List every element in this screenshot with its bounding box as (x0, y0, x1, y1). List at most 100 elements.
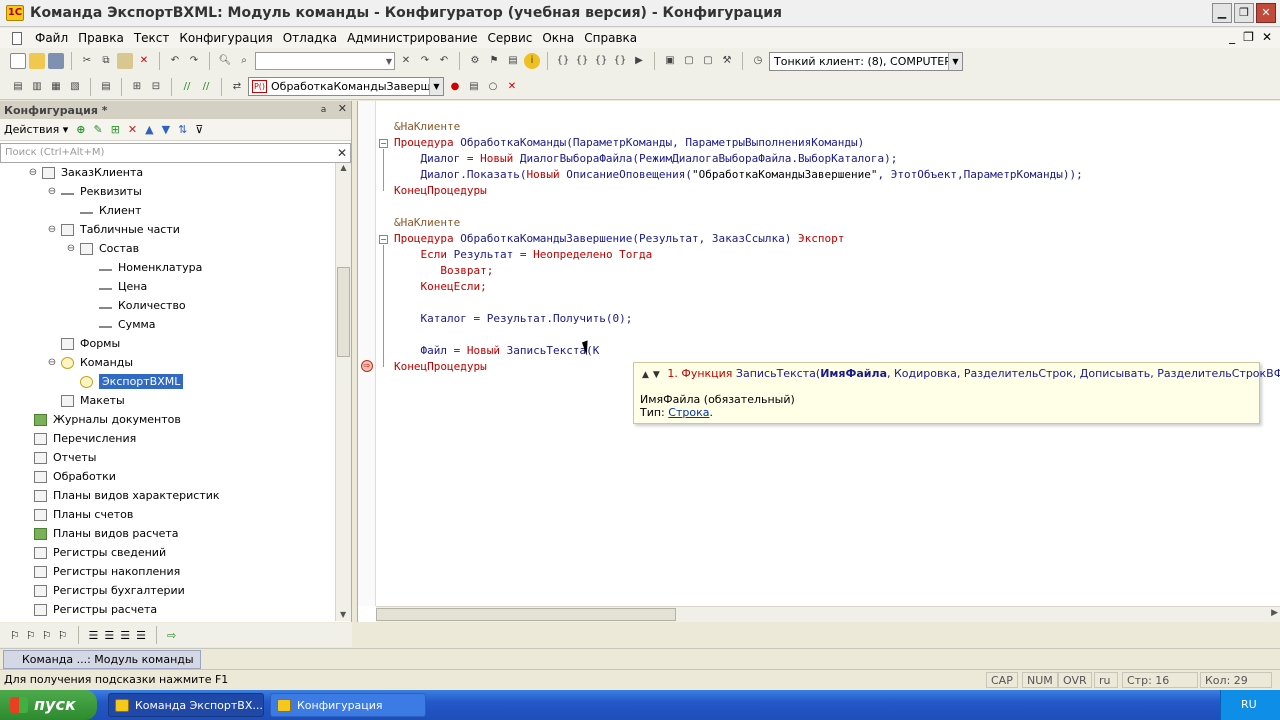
list-icon[interactable]: ☰ (120, 629, 130, 642)
uncomment-icon[interactable]: // (198, 79, 214, 95)
code-line[interactable] (394, 199, 1083, 215)
move-down-icon[interactable]: ▼ (162, 123, 170, 136)
indent-icon[interactable]: ▥ (29, 79, 45, 95)
system-tray[interactable]: RU (1220, 690, 1280, 720)
module-icon[interactable]: ▤ (505, 53, 521, 69)
delete-block-icon[interactable]: ▧ (67, 79, 83, 95)
next-overload-icon[interactable]: ▼ (653, 370, 660, 380)
code-line[interactable]: &НаКлиенте (394, 119, 1083, 135)
pin-icon[interactable]: a (321, 105, 327, 115)
find-in-text-icon[interactable]: 🔍︎ (217, 53, 233, 69)
menu-configuration[interactable]: Конфигурация (174, 31, 277, 45)
find-next-icon[interactable]: ↷ (417, 53, 433, 69)
code-line[interactable]: Процедура ОбработкаКоманды(ПараметрКоман… (394, 135, 1083, 151)
editor-scrollbar-thumb[interactable] (376, 608, 676, 621)
tree-item[interactable]: ⊖ Команды (0, 353, 336, 372)
fold-toggle-icon[interactable]: − (379, 139, 388, 148)
editor-horizontal-scrollbar[interactable]: ▶ (376, 606, 1280, 622)
find-prev-icon[interactable]: ↶ (436, 53, 452, 69)
breakpoint-marker-icon[interactable]: ⇨ (361, 360, 373, 372)
goto-icon[interactable]: ⇄ (229, 79, 245, 95)
delete-icon[interactable]: ✕ (136, 53, 152, 69)
code-line[interactable]: Возврат; (394, 263, 1083, 279)
client-select[interactable]: Тонкий клиент: (8), COMPUTER:156 ▼ (769, 51, 963, 71)
flag-icon[interactable]: ⚐ (10, 629, 20, 642)
tree-item[interactable]: ⊖ ЗаказКлиента (0, 163, 336, 182)
syntax-check-icon[interactable]: ⚙ (467, 53, 483, 69)
list-icon[interactable]: ☰ (104, 629, 114, 642)
compare-icon[interactable]: ▣ (662, 53, 678, 69)
tree-expander-icon[interactable]: ⊖ (28, 167, 38, 178)
edit-icon[interactable]: ✎ (93, 123, 102, 136)
code-line[interactable]: Файл = Новый ЗаписьТекста(К (394, 343, 1083, 359)
menu-service[interactable]: Сервис (483, 31, 538, 45)
sort-icon[interactable]: ⇅ (178, 123, 187, 136)
tree-item[interactable]: Регистры накопления (0, 562, 336, 581)
procedure-select[interactable]: P() ОбработкаКомандыЗавершени ▼ (248, 77, 444, 96)
cut-icon[interactable]: ✂ (79, 53, 95, 69)
flag-icon[interactable]: ⚐ (58, 629, 68, 642)
tree-item[interactable]: Номенклатура (0, 258, 336, 277)
minimize-button[interactable]: ▁ (1212, 3, 1232, 23)
taskbar-item-configuration[interactable]: Конфигурация (270, 693, 426, 717)
tree-item[interactable]: Клиент (0, 201, 336, 220)
code-line[interactable] (394, 295, 1083, 311)
filter-icon[interactable]: ⊽ (195, 123, 203, 136)
template-icon[interactable]: ▤ (98, 79, 114, 95)
tree-item[interactable]: Журналы документов (0, 410, 336, 429)
mdi-restore-button[interactable]: ❐ (1243, 30, 1254, 44)
search-icon[interactable]: ⌕ (236, 53, 252, 69)
clear-search-icon[interactable]: ✕ (337, 146, 347, 160)
tree-scrollbar-thumb[interactable] (337, 267, 350, 357)
delete-icon[interactable]: ✕ (128, 123, 137, 136)
code-line[interactable]: Диалог.Показать(Новый ОписаниеОповещения… (394, 167, 1082, 183)
mdi-minimize-button[interactable]: _ (1229, 30, 1235, 44)
save-icon[interactable] (48, 53, 64, 69)
tree-item[interactable]: Макеты (0, 391, 336, 410)
tree-item[interactable]: Цена (0, 277, 336, 296)
flag-icon[interactable]: ⚐ (26, 629, 36, 642)
tree-item[interactable]: Регистры сведений (0, 543, 336, 562)
breakpoint-icon[interactable]: ● (447, 79, 463, 95)
tooltip-type-link[interactable]: Строка (668, 406, 709, 419)
menu-text[interactable]: Текст (129, 31, 175, 45)
menu-windows[interactable]: Окна (537, 31, 579, 45)
maximize-button[interactable]: ❐ (1234, 3, 1254, 23)
menu-administration[interactable]: Администрирование (342, 31, 482, 45)
tree-search-input[interactable]: Поиск (Ctrl+Alt+M) ✕ (0, 143, 351, 163)
menu-debug[interactable]: Отладка (278, 31, 342, 45)
window-icon[interactable]: ▢ (681, 53, 697, 69)
paste-icon[interactable] (117, 53, 133, 69)
tree-item[interactable]: Планы видов характеристик (0, 486, 336, 505)
tree-item[interactable]: Отчеты (0, 448, 336, 467)
mdi-close-button[interactable]: ✕ (1262, 30, 1272, 44)
comment-icon[interactable]: // (179, 79, 195, 95)
tree-item[interactable]: ⊖ Состав (0, 239, 336, 258)
menu-edit[interactable]: Правка (73, 31, 129, 45)
block-icon[interactable]: ▤ (10, 79, 26, 95)
redo-icon[interactable]: ↷ (186, 53, 202, 69)
tree-item[interactable]: ⊖ Табличные части (0, 220, 336, 239)
debug-stepin-icon[interactable]: {} (574, 53, 590, 69)
tree-expander-icon[interactable]: ⊖ (66, 243, 76, 254)
list-icon[interactable]: ☰ (136, 629, 146, 642)
wrap-icon[interactable]: ⊟ (148, 79, 164, 95)
actions-menu[interactable]: Действия ▾ (4, 123, 68, 136)
breakpoint-clear-icon[interactable]: ✕ (504, 79, 520, 95)
add-child-icon[interactable]: ⊞ (111, 123, 120, 136)
tree-item[interactable]: Планы счетов (0, 505, 336, 524)
tree-item[interactable]: Регистры бухгалтерии (0, 581, 336, 600)
bookmark-icon[interactable]: ⚑ (486, 53, 502, 69)
outdent-icon[interactable]: ▦ (48, 79, 64, 95)
tools-icon[interactable]: ⚒ (719, 53, 735, 69)
list-icon[interactable]: ☰ (89, 629, 99, 642)
tree-expander-icon[interactable]: ⊖ (47, 186, 57, 197)
panel-close-button[interactable]: ✕ (338, 102, 347, 115)
open-folder-icon[interactable] (29, 53, 45, 69)
tree-item[interactable]: Регистры расчета (0, 600, 336, 619)
code-line[interactable]: Процедура ОбработкаКомандыЗавершение(Рез… (394, 231, 1083, 247)
document-icon[interactable] (12, 31, 22, 45)
info-icon[interactable]: i (524, 53, 540, 69)
debug-continue-icon[interactable]: ▶ (631, 53, 647, 69)
tree-item[interactable]: ⊖ Реквизиты (0, 182, 336, 201)
